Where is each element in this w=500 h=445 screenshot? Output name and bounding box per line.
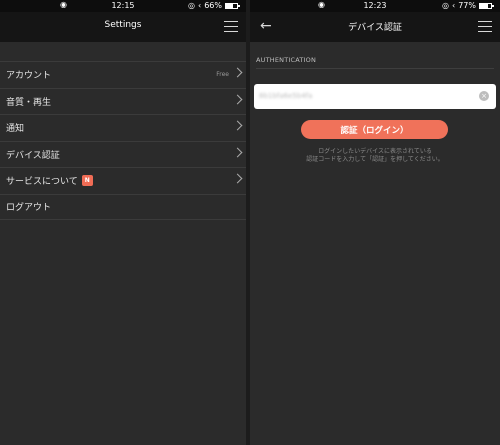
section-label: AUTHENTICATION bbox=[256, 56, 317, 64]
orientation-lock-icon: ◎ bbox=[188, 1, 196, 10]
auth-code-value: 8b1bfa6e5b4fa bbox=[259, 92, 313, 100]
section-divider bbox=[256, 68, 494, 69]
navigation-bar: Settings bbox=[0, 12, 246, 42]
chevron-right-icon bbox=[232, 94, 243, 104]
menu-item-label: アカウント bbox=[6, 71, 52, 82]
menu-item-label: デバイス認証 bbox=[6, 150, 60, 161]
menu-item-device-auth[interactable]: デバイス認証 bbox=[0, 140, 246, 168]
menu-item-audio-playback[interactable]: 音質・再生 bbox=[0, 87, 246, 115]
instruction-text: ログインしたいデバイスに表示されている 認証コードを入力して「認証」を押してくだ… bbox=[250, 148, 500, 164]
status-bar: ◉ 12:15 ◎ ‹ 66% bbox=[0, 0, 246, 12]
menu-item-logout[interactable]: ログアウト bbox=[0, 193, 246, 220]
page-title: デバイス認証 bbox=[348, 23, 402, 33]
battery-icon bbox=[225, 2, 240, 9]
chevron-right-icon bbox=[232, 173, 243, 184]
menu-item-about-service[interactable]: サービスについて N bbox=[0, 167, 246, 194]
clear-input-icon[interactable]: × bbox=[479, 91, 489, 101]
menu-item-account[interactable]: アカウント Free bbox=[0, 61, 246, 88]
bluetooth-icon: ‹ bbox=[452, 1, 456, 10]
instruction-line: ログインしたいデバイスに表示されている bbox=[318, 148, 432, 155]
status-bar: ◉ 12:23 ◎ ‹ 77% bbox=[250, 0, 500, 12]
new-badge: N bbox=[81, 175, 93, 187]
instruction-line: 認証コードを入力して「認証」を押してください。 bbox=[306, 156, 444, 163]
battery-percent: 77% bbox=[458, 1, 476, 10]
menu-item-notifications[interactable]: 通知 bbox=[0, 114, 246, 141]
menu-item-label: 通知 bbox=[6, 124, 25, 135]
page-title: Settings bbox=[104, 20, 142, 30]
hamburger-menu-icon[interactable] bbox=[224, 21, 238, 32]
device-auth-screen: ◉ 12:23 ◎ ‹ 77% ← デバイス認証 AUTHENTICATION … bbox=[250, 0, 500, 445]
bluetooth-icon: ‹ bbox=[198, 1, 202, 10]
chevron-right-icon bbox=[232, 67, 243, 78]
chevron-right-icon bbox=[232, 120, 243, 131]
navigation-bar: ← デバイス認証 bbox=[250, 12, 500, 42]
menu-item-label: サービスについて bbox=[6, 177, 78, 188]
chevron-right-icon bbox=[232, 147, 243, 157]
hamburger-menu-icon[interactable] bbox=[478, 21, 492, 32]
battery-icon bbox=[479, 2, 494, 9]
settings-menu: アカウント Free 音質・再生 通知 デバイス認証 サービスについて N ログ… bbox=[0, 61, 246, 220]
menu-item-label: 音質・再生 bbox=[6, 97, 52, 108]
login-button[interactable]: 認証（ログイン） bbox=[301, 120, 448, 139]
plan-detail: Free bbox=[216, 71, 229, 78]
orientation-lock-icon: ◎ bbox=[442, 1, 450, 10]
menu-item-label: ログアウト bbox=[6, 203, 52, 214]
settings-screen: ◉ 12:15 ◎ ‹ 66% Settings アカウント Free 音質・再… bbox=[0, 0, 246, 445]
battery-percent: 66% bbox=[204, 1, 222, 10]
